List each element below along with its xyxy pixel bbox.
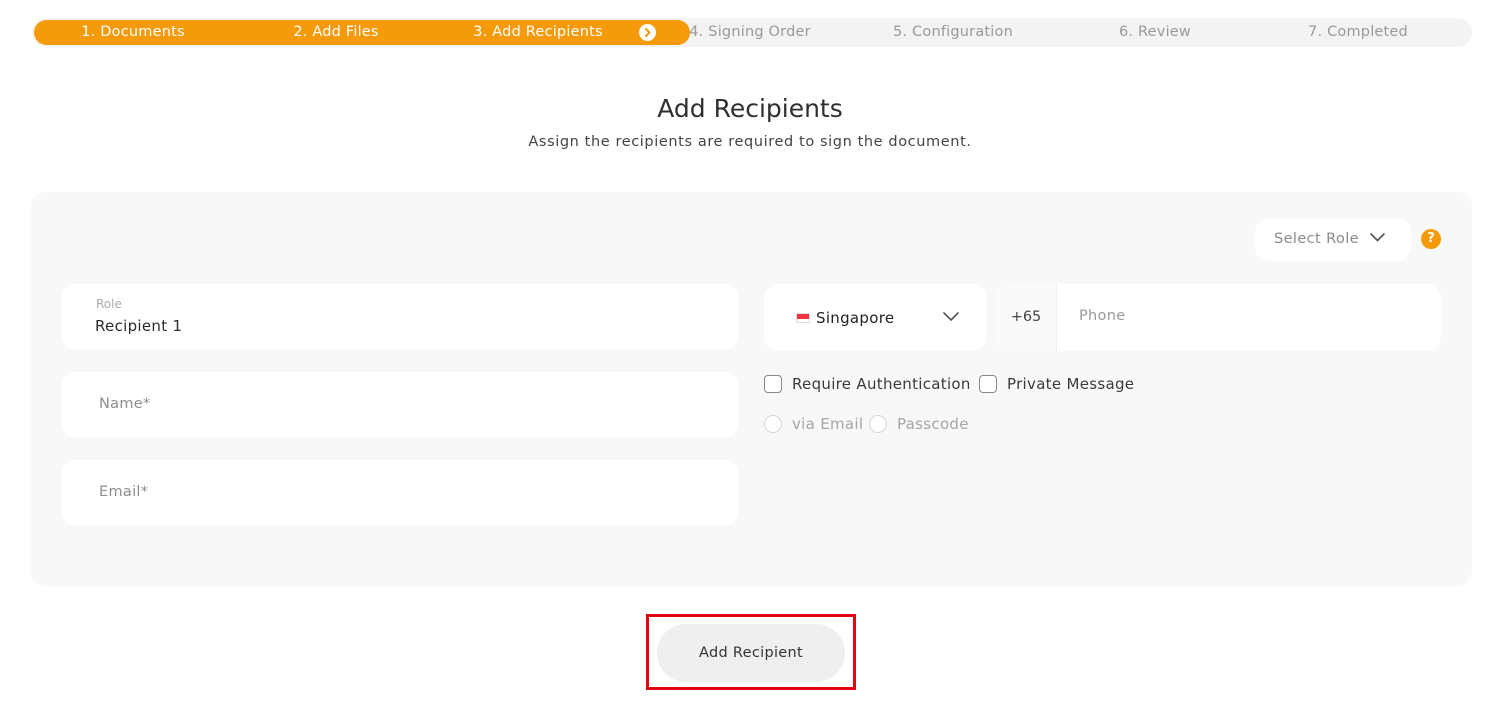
step-completed[interactable]: 7. Completed	[1308, 18, 1408, 47]
step-signing-order[interactable]: 4. Signing Order	[689, 18, 811, 47]
chevron-down-icon	[1370, 233, 1385, 242]
passcode-radio[interactable]: Passcode	[869, 415, 969, 433]
step-add-files[interactable]: 2. Add Files	[293, 18, 378, 47]
chevron-right-circle-icon	[639, 24, 656, 41]
singapore-flag-icon	[796, 313, 810, 323]
help-icon[interactable]: ?	[1421, 229, 1441, 249]
email-placeholder: Email*	[99, 484, 149, 500]
radio-circle[interactable]	[764, 415, 782, 433]
role-field[interactable]: Role Recipient 1	[62, 284, 738, 350]
via-email-radio[interactable]: via Email	[764, 415, 863, 433]
step-documents[interactable]: 1. Documents	[81, 18, 185, 47]
radio-circle[interactable]	[869, 415, 887, 433]
chevron-down-icon	[943, 312, 959, 321]
add-recipient-button[interactable]: Add Recipient	[657, 624, 845, 682]
role-field-label: Role	[96, 297, 122, 311]
checkbox-box[interactable]	[764, 375, 782, 393]
select-role-dropdown[interactable]: Select Role	[1255, 218, 1411, 261]
via-email-label: via Email	[792, 415, 864, 433]
dial-code: +65	[996, 284, 1057, 351]
select-role-placeholder: Select Role	[1274, 231, 1359, 247]
name-input[interactable]: Name*	[62, 372, 738, 438]
page-subtitle: Assign the recipients are required to si…	[528, 134, 972, 150]
step-configuration[interactable]: 5. Configuration	[893, 18, 1013, 47]
name-placeholder: Name*	[99, 396, 151, 412]
passcode-label: Passcode	[897, 415, 969, 433]
require-authentication-label: Require Authentication	[792, 375, 971, 393]
private-message-checkbox[interactable]: Private Message	[979, 375, 1134, 393]
phone-placeholder: Phone	[1079, 308, 1126, 324]
country-select[interactable]: Singapore	[764, 284, 986, 351]
require-authentication-checkbox[interactable]: Require Authentication	[764, 375, 971, 393]
role-field-value: Recipient 1	[95, 317, 183, 335]
email-input[interactable]: Email*	[62, 460, 738, 526]
step-review[interactable]: 6. Review	[1119, 18, 1191, 47]
page-title: Add Recipients	[657, 94, 843, 123]
phone-field[interactable]: +65 Phone	[996, 284, 1441, 351]
step-add-recipients[interactable]: 3. Add Recipients	[473, 18, 602, 47]
private-message-label: Private Message	[1007, 375, 1135, 393]
checkbox-box[interactable]	[979, 375, 997, 393]
country-value: Singapore	[816, 309, 895, 327]
